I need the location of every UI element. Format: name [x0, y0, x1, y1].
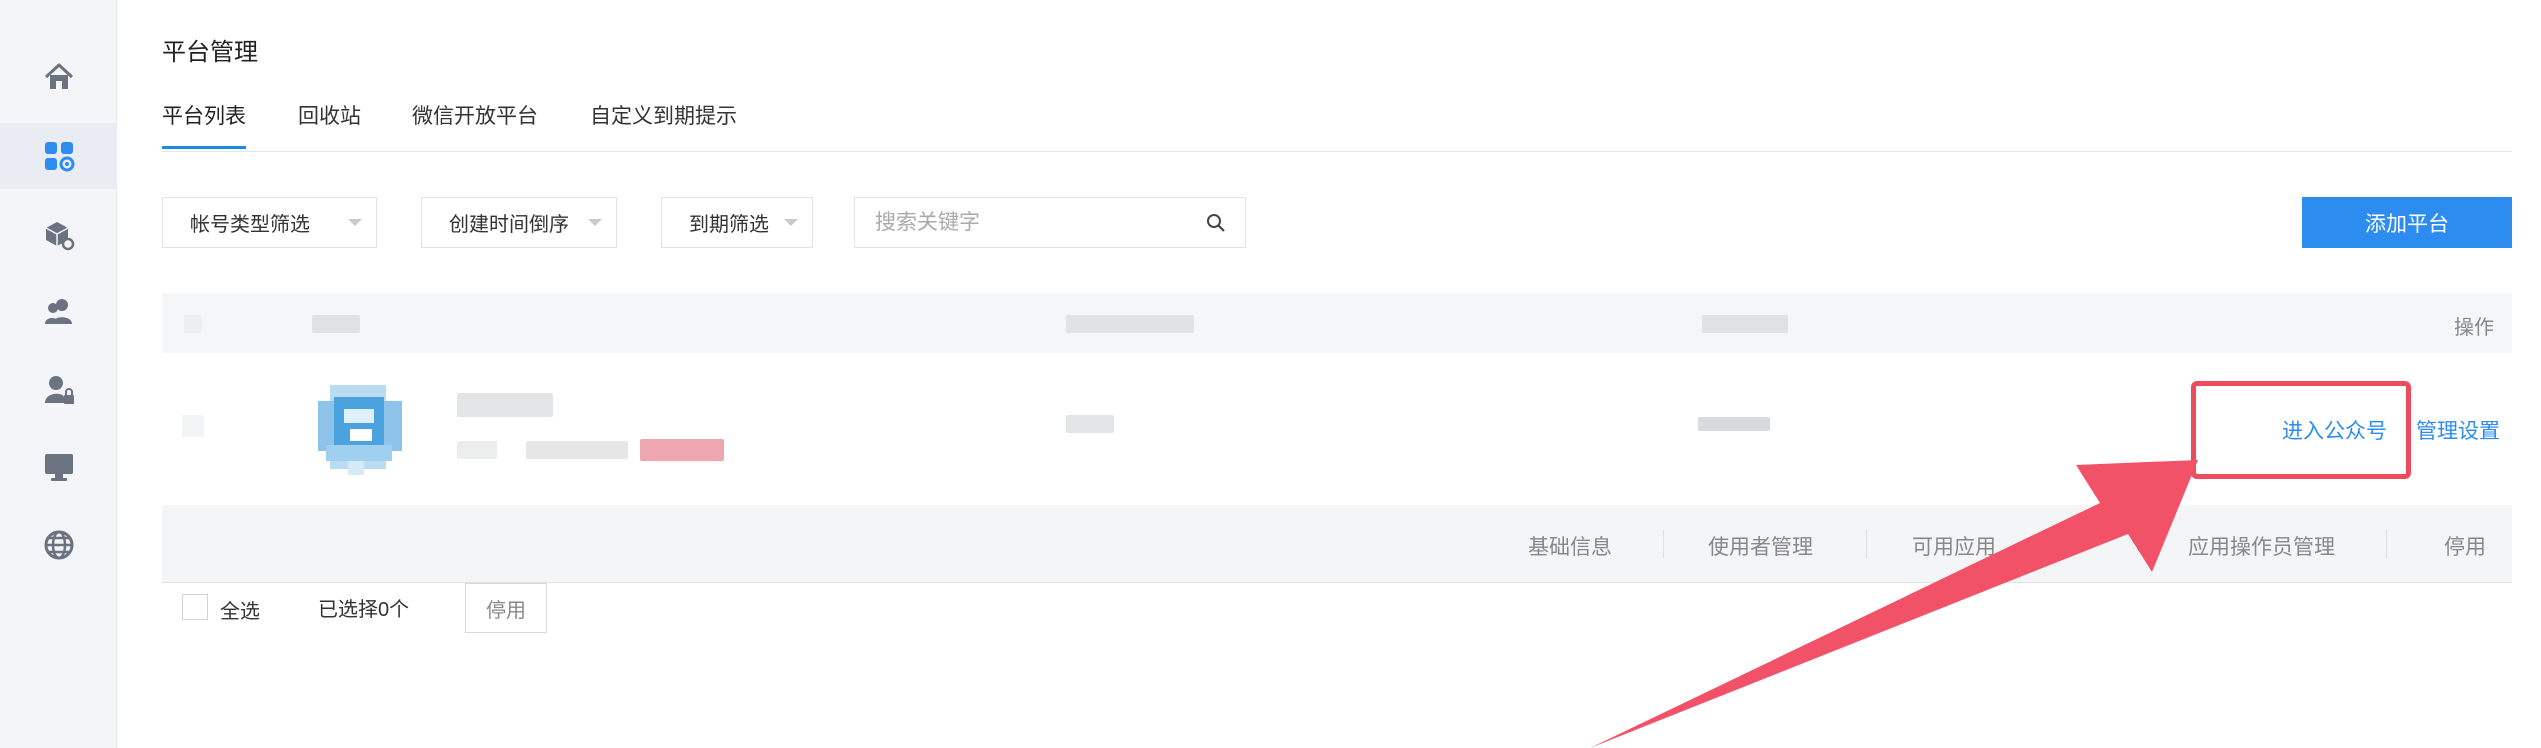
sidebar-item-monitor[interactable]: [0, 434, 117, 500]
table-row: 进入公众号 管理设置: [162, 355, 2512, 505]
users-icon: [44, 299, 72, 324]
globe-icon: [44, 530, 73, 560]
divider: [2386, 529, 2387, 559]
redacted-text: [312, 315, 360, 333]
manage-settings-link[interactable]: 管理设置: [2416, 415, 2500, 445]
basic-info-action[interactable]: 基础信息: [1528, 531, 1612, 561]
available-apps-action[interactable]: 可用应用: [1912, 531, 1996, 561]
redacted-text: [1066, 315, 1194, 333]
redacted-text: [457, 393, 553, 417]
search-icon[interactable]: [1205, 212, 1227, 234]
sidebar: [0, 0, 117, 748]
redacted-text: [526, 441, 628, 459]
expiry-filter[interactable]: 到期筛选: [661, 197, 813, 248]
row-actions-bar: 基础信息 使用者管理 可用应用 应用操作员管理 停用: [162, 505, 2512, 583]
chevron-down-icon: [784, 219, 798, 226]
table-header: 操作: [162, 293, 2512, 353]
tab-wechat-open-platform[interactable]: 微信开放平台: [412, 100, 538, 146]
redacted-text: [457, 441, 497, 459]
sidebar-item-users[interactable]: [0, 279, 117, 345]
app-operator-management-action[interactable]: 应用操作员管理: [2188, 531, 2335, 561]
expiry-filter-label: 到期筛选: [689, 214, 769, 236]
page-title: 平台管理: [162, 39, 258, 66]
search-input[interactable]: [855, 210, 1185, 235]
tab-platform-list[interactable]: 平台列表: [162, 100, 246, 149]
disable-action[interactable]: 停用: [2444, 531, 2486, 561]
sidebar-item-permissions[interactable]: [0, 357, 117, 423]
search-box: [854, 197, 1246, 248]
redacted-text: [1066, 415, 1114, 433]
home-icon: [44, 63, 73, 89]
add-platform-button[interactable]: 添加平台: [2302, 197, 2512, 248]
sort-filter[interactable]: 创建时间倒序: [421, 197, 617, 248]
selected-count: 已选择0个: [318, 599, 410, 621]
redacted-text: [1698, 417, 1770, 431]
redacted-text: [640, 439, 724, 461]
chevron-down-icon: [588, 219, 602, 226]
highlight-box: [2191, 381, 2411, 479]
monitor-icon: [44, 454, 73, 481]
sort-filter-label: 创建时间倒序: [449, 214, 569, 236]
row-checkbox[interactable]: [182, 415, 204, 437]
select-all-label[interactable]: 全选: [220, 595, 260, 624]
sidebar-item-packages[interactable]: [0, 202, 117, 268]
select-all-checkbox[interactable]: [182, 594, 208, 620]
divider: [1866, 529, 1867, 559]
avatar: [318, 385, 402, 475]
header-checkbox[interactable]: [184, 315, 202, 333]
tab-bar: 平台列表 回收站 微信开放平台 自定义到期提示: [162, 100, 2512, 152]
account-type-filter-label: 帐号类型筛选: [190, 214, 310, 236]
tab-custom-expiry-notice[interactable]: 自定义到期提示: [590, 100, 737, 146]
user-lock-icon: [44, 376, 74, 404]
disable-button[interactable]: 停用: [465, 583, 547, 633]
user-management-action[interactable]: 使用者管理: [1708, 531, 1813, 561]
package-settings-icon: [45, 222, 74, 251]
sidebar-item-apps[interactable]: [0, 123, 117, 189]
sidebar-item-globe[interactable]: [0, 512, 117, 578]
sidebar-item-home[interactable]: [0, 44, 117, 110]
chevron-down-icon: [348, 219, 362, 226]
redacted-text: [1702, 315, 1788, 333]
tab-recycle-bin[interactable]: 回收站: [298, 100, 361, 146]
apps-settings-icon: [44, 142, 74, 172]
operation-header: 操作: [2454, 317, 2494, 339]
account-type-filter[interactable]: 帐号类型筛选: [162, 197, 377, 248]
divider: [1663, 529, 1664, 559]
